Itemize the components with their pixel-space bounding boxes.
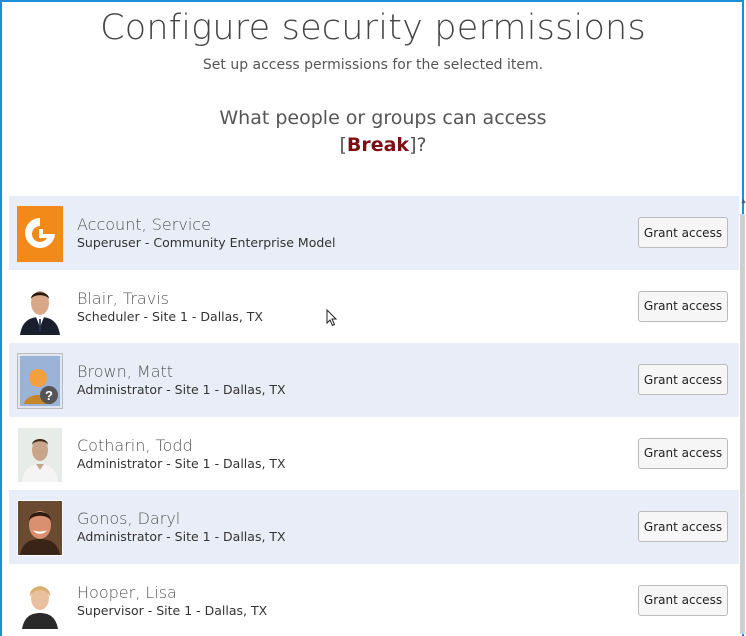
list-item: Blair, Travis Scheduler - Site 1 - Dalla… [9,270,739,344]
selected-item-name: Break [346,134,410,156]
user-name: Hooper, Lisa [77,582,177,602]
grant-access-button[interactable]: Grant access [638,584,728,616]
user-role: Supervisor - Site 1 - Dallas, TX [77,602,268,618]
page-subtitle: Set up access permissions for the select… [202,57,544,73]
access-question-text: What people or groups can access [219,107,547,129]
close-suffix: ]? [409,134,427,156]
page-title: Configure security permissions [100,8,646,48]
user-name: Brown, Matt [77,362,174,381]
grant-access-button[interactable]: Grant access [638,364,728,395]
grant-access-button[interactable]: Grant access [638,217,728,248]
list-item: Account, Service Superuser - Community E… [9,196,739,270]
scrollbar-thumb[interactable] [740,214,745,634]
user-role: Administrator - Site 1 - Dallas, TX [77,455,286,471]
svg-text:?: ? [45,388,53,403]
user-role: Administrator - Site 1 - Dallas, TX [77,382,286,397]
user-photo-icon [17,279,63,336]
scroll-up-arrow-icon[interactable]: ▲ [740,198,746,206]
list-item: Cotharin, Todd Administrator - Site 1 - … [9,417,739,491]
selected-item-line: [Break]? [0,132,746,159]
user-name: Blair, Travis [77,288,169,308]
list-item: Gonos, Daryl Administrator - Site 1 - Da… [9,490,739,564]
user-role: Administrator - Site 1 - Dallas, TX [77,529,286,544]
grant-access-button[interactable]: Grant access [638,290,728,322]
user-photo-icon [17,500,63,556]
unknown-user-icon: ? [17,353,63,409]
service-account-icon [17,206,63,262]
user-name: Gonos, Daryl [77,509,181,528]
user-photo-icon [17,426,63,483]
user-name: Account, Service [77,215,211,234]
user-role: Superuser - Community Enterprise Model [77,235,336,250]
list-item: Hooper, Lisa Supervisor - Site 1 - Dalla… [9,564,739,636]
access-question: What people or groups can access [Break]… [0,105,746,159]
user-name: Cotharin, Todd [77,435,193,455]
mouse-pointer-icon [326,309,338,327]
list-item: ? Brown, Matt Administrator - Site 1 - D… [9,343,739,417]
grant-access-button[interactable]: Grant access [638,511,728,542]
user-list: Account, Service Superuser - Community E… [9,196,739,636]
grant-access-button[interactable]: Grant access [638,437,728,469]
open-bracket: [ [339,134,347,156]
user-photo-icon [17,573,63,630]
user-role: Scheduler - Site 1 - Dallas, TX [77,308,263,324]
